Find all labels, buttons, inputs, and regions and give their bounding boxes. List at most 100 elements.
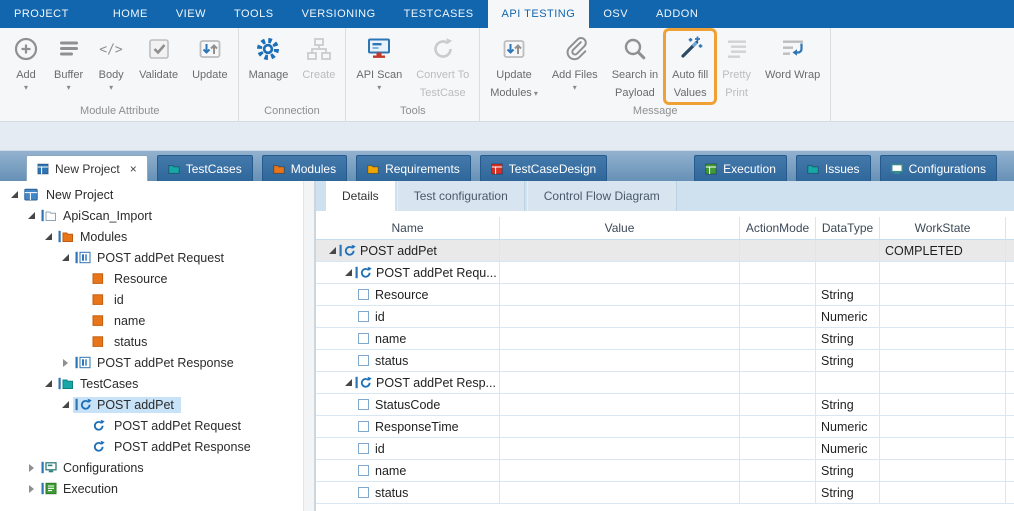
datatype-cell[interactable]: String bbox=[816, 328, 880, 349]
collapse-expander-icon[interactable] bbox=[59, 398, 72, 411]
table-row-name[interactable]: nameString bbox=[316, 460, 1014, 482]
menu-tab-view[interactable]: VIEW bbox=[162, 0, 220, 28]
table-row-status[interactable]: statusString bbox=[316, 350, 1014, 372]
value-cell[interactable] bbox=[500, 372, 740, 393]
table-row-resource[interactable]: ResourceString bbox=[316, 284, 1014, 306]
document-tab-testcasedesign[interactable]: TestCaseDesign bbox=[480, 155, 607, 181]
row-checkbox[interactable] bbox=[358, 465, 369, 476]
tree-item-content[interactable]: POST addPet bbox=[73, 397, 181, 413]
details-tab-details[interactable]: Details bbox=[326, 181, 395, 211]
actionmode-cell[interactable] bbox=[740, 372, 816, 393]
actionmode-cell[interactable] bbox=[740, 482, 816, 503]
expand-expander-icon[interactable] bbox=[59, 356, 72, 369]
tree-item-post-addpet[interactable]: POST addPet bbox=[0, 394, 303, 415]
pretty-print-button[interactable]: Pretty Print bbox=[716, 31, 757, 102]
tree-item-name[interactable]: name bbox=[0, 310, 303, 331]
tree-item-post-addpet-request[interactable]: POST addPet Request bbox=[0, 415, 303, 436]
actionmode-cell[interactable] bbox=[740, 350, 816, 371]
actionmode-cell[interactable] bbox=[740, 240, 816, 261]
tree-scrollbar[interactable] bbox=[303, 181, 314, 511]
update-modules-button[interactable]: Update Modules▾ bbox=[484, 31, 544, 102]
tree-item-testcases[interactable]: TestCases bbox=[0, 373, 303, 394]
add-files-button[interactable]: Add Files▾ bbox=[546, 31, 604, 92]
table-row-name[interactable]: nameString bbox=[316, 328, 1014, 350]
value-cell[interactable] bbox=[500, 306, 740, 327]
value-cell[interactable] bbox=[500, 438, 740, 459]
collapse-expander-icon[interactable] bbox=[342, 376, 355, 389]
details-tab-test-configuration[interactable]: Test configuration bbox=[397, 181, 525, 211]
tree-item-content[interactable]: TestCases bbox=[56, 376, 145, 392]
row-checkbox[interactable] bbox=[358, 311, 369, 322]
row-checkbox[interactable] bbox=[358, 399, 369, 410]
row-checkbox[interactable] bbox=[358, 487, 369, 498]
collapse-expander-icon[interactable] bbox=[342, 266, 355, 279]
document-tab-configurations[interactable]: Configurations bbox=[880, 155, 997, 181]
table-row-post-addpet-requ[interactable]: POST addPet Requ... bbox=[316, 262, 1014, 284]
collapse-expander-icon[interactable] bbox=[42, 230, 55, 243]
tree-item-new-project[interactable]: New Project bbox=[0, 184, 303, 205]
tree-item-apiscan-import[interactable]: ApiScan_Import bbox=[0, 205, 303, 226]
add-button[interactable]: Add▾ bbox=[6, 31, 46, 92]
value-cell[interactable] bbox=[500, 328, 740, 349]
expand-expander-icon[interactable] bbox=[25, 461, 38, 474]
column-header-datatype[interactable]: DataType bbox=[816, 217, 880, 239]
datatype-cell[interactable] bbox=[816, 372, 880, 393]
menu-tab-home[interactable]: HOME bbox=[99, 0, 162, 28]
document-tab-issues[interactable]: Issues bbox=[796, 155, 871, 181]
collapse-expander-icon[interactable] bbox=[326, 244, 339, 257]
create-button[interactable]: Create bbox=[296, 31, 341, 84]
tree-item-post-addpet-response[interactable]: POST addPet Response bbox=[0, 352, 303, 373]
table-row-id[interactable]: idNumeric bbox=[316, 438, 1014, 460]
tree-item-execution[interactable]: Execution bbox=[0, 478, 303, 499]
tree-item-content[interactable]: Resource bbox=[90, 271, 175, 287]
document-tab-modules[interactable]: Modules bbox=[262, 155, 347, 181]
column-header-name[interactable]: Name bbox=[316, 217, 500, 239]
tree-item-status[interactable]: status bbox=[0, 331, 303, 352]
value-cell[interactable] bbox=[500, 240, 740, 261]
document-tab-testcases[interactable]: TestCases bbox=[157, 155, 253, 181]
tree-item-post-addpet-response[interactable]: POST addPet Response bbox=[0, 436, 303, 457]
tree-item-content[interactable]: POST addPet Response bbox=[90, 439, 258, 455]
column-header-value[interactable]: Value bbox=[500, 217, 740, 239]
actionmode-cell[interactable] bbox=[740, 306, 816, 327]
buffer-button[interactable]: Buffer▾ bbox=[48, 31, 89, 92]
actionmode-cell[interactable] bbox=[740, 284, 816, 305]
search-in-payload-button[interactable]: Search in Payload bbox=[606, 31, 664, 102]
row-checkbox[interactable] bbox=[358, 443, 369, 454]
tree-item-resource[interactable]: Resource bbox=[0, 268, 303, 289]
table-row-post-addpet[interactable]: POST addPetCOMPLETED bbox=[316, 240, 1014, 262]
table-row-status[interactable]: statusString bbox=[316, 482, 1014, 504]
document-tab-new-project[interactable]: New Project× bbox=[26, 155, 148, 181]
menu-tab-testcases[interactable]: TESTCASES bbox=[390, 0, 488, 28]
row-checkbox[interactable] bbox=[358, 355, 369, 366]
value-cell[interactable] bbox=[500, 416, 740, 437]
datatype-cell[interactable]: Numeric bbox=[816, 438, 880, 459]
table-row-statuscode[interactable]: StatusCodeString bbox=[316, 394, 1014, 416]
tree-item-configurations[interactable]: Configurations bbox=[0, 457, 303, 478]
tree-item-content[interactable]: POST addPet Request bbox=[73, 250, 231, 266]
row-checkbox[interactable] bbox=[358, 333, 369, 344]
actionmode-cell[interactable] bbox=[740, 460, 816, 481]
close-tab-icon[interactable]: × bbox=[130, 163, 137, 175]
validate-button[interactable]: Validate bbox=[133, 31, 184, 84]
actionmode-cell[interactable] bbox=[740, 262, 816, 283]
tree-item-content[interactable]: id bbox=[90, 292, 131, 308]
details-tab-control-flow-diagram[interactable]: Control Flow Diagram bbox=[527, 181, 677, 211]
collapse-expander-icon[interactable] bbox=[8, 188, 21, 201]
tree-item-content[interactable]: New Project bbox=[22, 187, 120, 203]
datatype-cell[interactable]: String bbox=[816, 394, 880, 415]
tree-item-content[interactable]: status bbox=[90, 334, 154, 350]
menu-tab-project[interactable]: PROJECT bbox=[0, 0, 83, 28]
collapse-expander-icon[interactable] bbox=[59, 251, 72, 264]
table-row-responsetime[interactable]: ResponseTimeNumeric bbox=[316, 416, 1014, 438]
datatype-cell[interactable]: String bbox=[816, 482, 880, 503]
datatype-cell[interactable] bbox=[816, 240, 880, 261]
word-wrap-button[interactable]: Word Wrap bbox=[759, 31, 826, 84]
expand-expander-icon[interactable] bbox=[25, 482, 38, 495]
menu-tab-tools[interactable]: TOOLS bbox=[220, 0, 288, 28]
row-checkbox[interactable] bbox=[358, 421, 369, 432]
value-cell[interactable] bbox=[500, 262, 740, 283]
document-tab-requirements[interactable]: Requirements bbox=[356, 155, 471, 181]
tree-item-content[interactable]: POST addPet Request bbox=[90, 418, 248, 434]
tree-item-content[interactable]: POST addPet Response bbox=[73, 355, 241, 371]
